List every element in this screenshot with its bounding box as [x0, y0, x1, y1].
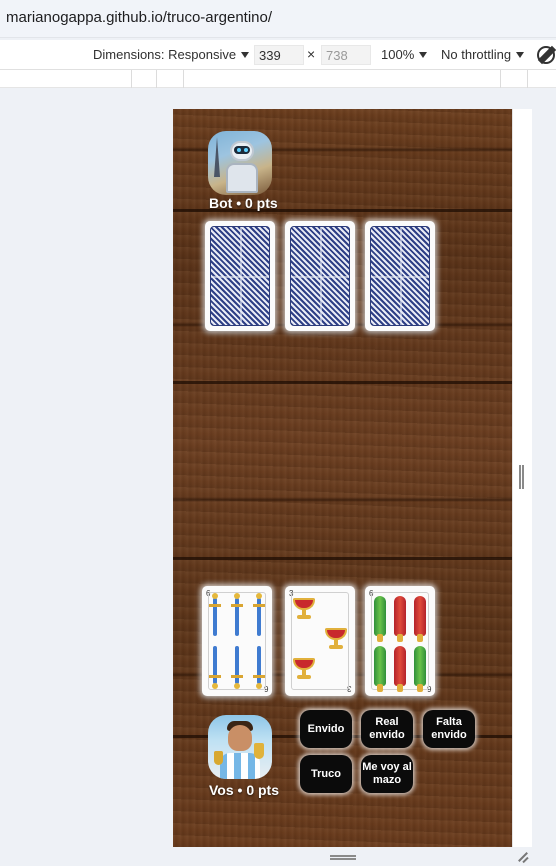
card-back-pattern — [210, 226, 270, 326]
sword-icon — [253, 593, 265, 636]
real-envido-button[interactable]: Real envido — [361, 710, 413, 748]
club-icon — [374, 596, 386, 642]
throttling-dropdown[interactable]: No throttling — [441, 47, 525, 62]
device-toolbar: Dimensions: Responsive 339 × 738 100% No… — [0, 40, 556, 70]
media-query-ruler — [0, 70, 556, 88]
times-icon: × — [307, 46, 316, 62]
plank-divider — [173, 557, 512, 560]
chalice-bowl — [293, 598, 315, 610]
url-text[interactable]: marianogappa.github.io/truco-argentino/ — [6, 9, 272, 26]
chalice-icon — [293, 658, 315, 680]
trophy-icon — [214, 751, 223, 765]
player-card-6-espadas[interactable]: 6 6 — [202, 586, 272, 696]
chalice-icon — [293, 598, 315, 620]
player-score: Vos • 0 pts — [209, 782, 279, 798]
bot-card-back — [205, 221, 275, 331]
dimensions-label: Dimensions: Responsive — [93, 47, 237, 62]
bot-card-back — [285, 221, 355, 331]
chalice-icon — [325, 628, 347, 650]
trophy-icon — [254, 743, 264, 759]
club-icon — [394, 596, 406, 642]
ruler-tick[interactable] — [527, 70, 528, 88]
chevron-down-icon — [241, 52, 250, 58]
chalice-bowl — [293, 658, 315, 670]
sword-icon — [253, 646, 265, 689]
player-card-3-copas[interactable]: 3 3 — [285, 586, 355, 696]
chalice-base — [297, 675, 311, 679]
card-back-pattern — [370, 226, 430, 326]
club-icon — [374, 646, 386, 692]
rotate-icon[interactable] — [537, 46, 555, 64]
address-bar[interactable]: marianogappa.github.io/truco-argentino/ — [0, 0, 556, 38]
robot-body — [226, 163, 258, 193]
chalice-bowl — [325, 628, 347, 640]
sword-icon — [231, 593, 243, 636]
bot-avatar — [208, 131, 272, 195]
sword-icon — [209, 593, 221, 636]
resize-handle-corner[interactable] — [515, 850, 529, 864]
resize-handle-bottom[interactable] — [330, 855, 356, 860]
card-back-pattern — [290, 226, 350, 326]
height-input[interactable]: 738 — [321, 45, 371, 65]
falta-envido-button[interactable]: Falta envido — [423, 710, 475, 748]
robot-eye — [237, 148, 241, 152]
resize-handle-right[interactable] — [519, 465, 524, 489]
game-table: Bot • 0 pts 6 6 3 3 6 6 Vos • 0 pts Envi… — [173, 109, 512, 847]
chalice-base — [297, 615, 311, 619]
dimensions-dropdown[interactable]: Dimensions: Responsive — [93, 47, 250, 62]
club-icon — [394, 646, 406, 692]
zoom-dropdown[interactable]: 100% — [381, 47, 428, 62]
chevron-down-icon — [419, 52, 428, 58]
eiffel-tower-icon — [214, 137, 220, 177]
envido-button[interactable]: Envido — [300, 710, 352, 748]
sword-icon — [209, 646, 221, 689]
chevron-down-icon — [516, 52, 525, 58]
player-avatar — [208, 715, 272, 779]
throttling-label: No throttling — [441, 47, 512, 62]
player-card-6-bastos[interactable]: 6 6 — [365, 586, 435, 696]
bot-card-back — [365, 221, 435, 331]
ruler-tick[interactable] — [183, 70, 184, 88]
chalice-base — [329, 645, 343, 649]
me-voy-al-mazo-button[interactable]: Me voy al mazo — [361, 755, 413, 793]
truco-button[interactable]: Truco — [300, 755, 352, 793]
player-face — [228, 725, 252, 751]
device-viewport: Bot • 0 pts 6 6 3 3 6 6 Vos • 0 pts Envi… — [0, 89, 556, 866]
sword-icon — [231, 646, 243, 689]
club-icon — [414, 646, 426, 692]
ruler-tick[interactable] — [131, 70, 132, 88]
ruler-tick[interactable] — [156, 70, 157, 88]
zoom-label: 100% — [381, 47, 415, 62]
club-icon — [414, 596, 426, 642]
width-input[interactable]: 339 — [254, 45, 304, 65]
bot-score: Bot • 0 pts — [209, 195, 278, 211]
plank-divider — [173, 381, 512, 384]
ruler-tick[interactable] — [500, 70, 501, 88]
robot-eye — [244, 148, 248, 152]
